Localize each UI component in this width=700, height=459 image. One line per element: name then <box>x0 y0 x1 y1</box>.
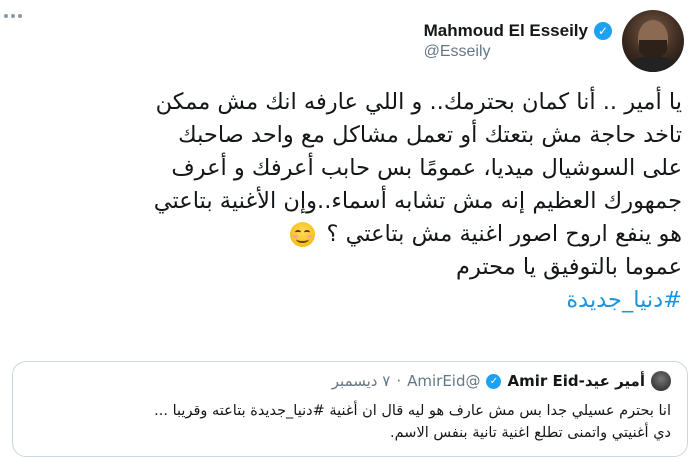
tweet-line: جمهورك العظيم إنه مش تشابه أسماء..وإن ال… <box>153 188 682 214</box>
tweet-line-with-emoji: هو ينفع اروح اصور اغنية مش بتاعتي ؟ <box>22 218 682 251</box>
tweet-line: يا أمير .. أنا كمان بحترمك.. و اللي عارف… <box>155 89 682 115</box>
quoted-tweet-header: أمير عيد-Amir Eid ✓ @AmirEid · ٧ ديسمبر <box>332 371 671 391</box>
quoted-tweet[interactable]: أمير عيد-Amir Eid ✓ @AmirEid · ٧ ديسمبر … <box>12 361 688 457</box>
quoted-avatar[interactable] <box>651 371 671 391</box>
tweet-line: هو ينفع اروح اصور اغنية مش بتاعتي ؟ <box>326 221 682 247</box>
tweet-line: على السوشيال ميديا، عمومًا بس حابب أعرفك… <box>171 155 682 181</box>
tweet-header: Mahmoud El Esseily ✓ @Esseily <box>424 8 684 74</box>
verified-badge-icon: ✓ <box>486 373 502 389</box>
verified-badge-icon: ✓ <box>594 22 612 40</box>
quoted-handle[interactable]: @AmirEid <box>407 372 480 390</box>
avatar[interactable] <box>622 10 684 72</box>
quoted-display-name[interactable]: أمير عيد-Amir Eid <box>507 372 645 390</box>
more-options-icon[interactable] <box>4 14 22 18</box>
user-handle[interactable]: @Esseily <box>424 43 612 61</box>
smiling-face-emoji-icon <box>290 222 316 247</box>
quoted-tweet-text: انا بحترم عسيلي جدا بس مش عارف هو ليه قا… <box>31 400 671 444</box>
user-info: Mahmoud El Esseily ✓ @Esseily <box>424 21 612 61</box>
quoted-line: انا بحترم عسيلي جدا بس مش عارف هو ليه قا… <box>154 403 671 419</box>
hashtag-link[interactable]: #دنيا_جديدة <box>566 287 682 313</box>
tweet-line: عموما بالتوفيق يا محترم <box>456 254 682 280</box>
display-name[interactable]: Mahmoud El Esseily <box>424 21 588 41</box>
separator-dot: · <box>396 372 402 390</box>
quoted-date[interactable]: ٧ ديسمبر <box>332 372 391 390</box>
tweet-text: يا أمير .. أنا كمان بحترمك.. و اللي عارف… <box>22 86 682 317</box>
quoted-line: دي أغنيتي واتمنى تطلع اغنية تانية بنفس ا… <box>390 425 671 441</box>
tweet-line: تاخد حاجة مش بتعتك أو تعمل مشاكل مع واحد… <box>178 122 682 148</box>
